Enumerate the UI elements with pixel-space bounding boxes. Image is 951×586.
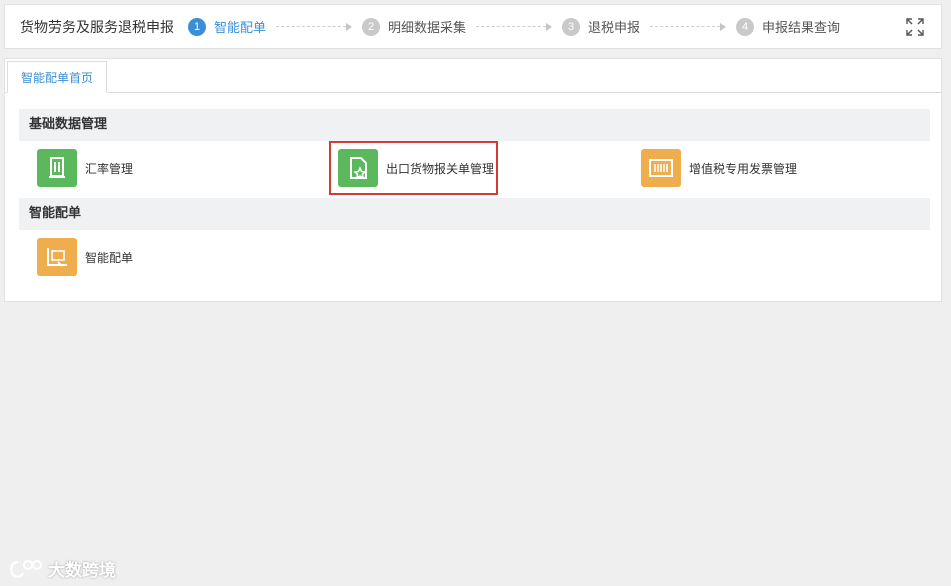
step-3-label: 退税申报 <box>588 21 641 36</box>
step-4-label: 申报结果查询 <box>762 21 841 36</box>
vat-invoice-item[interactable]: 增值税专用发票管理 <box>641 149 797 187</box>
step-4[interactable]: 4 申报结果查询 <box>736 17 840 36</box>
match-icon <box>37 238 77 276</box>
step-2[interactable]: 2 明细数据采集 <box>362 17 466 36</box>
expand-icon[interactable] <box>905 17 925 37</box>
watermark-text: 大数跨境 <box>48 561 116 581</box>
step-progress: 1 智能配单 2 明细数据采集 3 退税申报 4 申报结果查询 <box>188 17 840 36</box>
step-3-number: 3 <box>562 17 581 36</box>
step-arrow <box>276 22 353 31</box>
step-4-number: 4 <box>736 17 755 36</box>
step-arrow <box>476 22 553 31</box>
exchange-rate-label: 汇率管理 <box>85 161 134 176</box>
watermark: 大数跨境 <box>8 556 116 581</box>
step-1-number: 1 <box>188 17 206 36</box>
step-arrow <box>650 22 727 31</box>
step-3[interactable]: 3 退税申报 <box>562 17 640 36</box>
step-2-number: 2 <box>362 17 381 36</box>
app-title: 货物劳务及服务退税申报 <box>20 19 174 36</box>
vat-invoice-label: 增值税专用发票管理 <box>689 161 798 176</box>
tab-bar: 智能配单首页 <box>5 59 941 93</box>
section-basic-data: 基础数据管理 <box>19 109 930 141</box>
exchange-rate-item[interactable]: 汇率管理 <box>37 149 133 187</box>
smart-match-item[interactable]: 智能配单 <box>37 238 133 276</box>
highlight-box <box>329 141 498 195</box>
smart-match-label: 智能配单 <box>85 250 134 265</box>
step-2-label: 明细数据采集 <box>388 21 467 36</box>
watermark-logo-icon <box>10 559 42 578</box>
document-icon <box>37 149 77 187</box>
top-bar: 货物劳务及服务退税申报 1 智能配单 2 明细数据采集 3 退税申报 4 申报结… <box>4 4 942 49</box>
step-1-label: 智能配单 <box>214 21 267 36</box>
invoice-icon <box>641 149 681 187</box>
section-smart-match: 智能配单 <box>19 198 930 230</box>
step-1[interactable]: 1 智能配单 <box>188 17 266 36</box>
tab-smart-match-home[interactable]: 智能配单首页 <box>7 61 107 93</box>
